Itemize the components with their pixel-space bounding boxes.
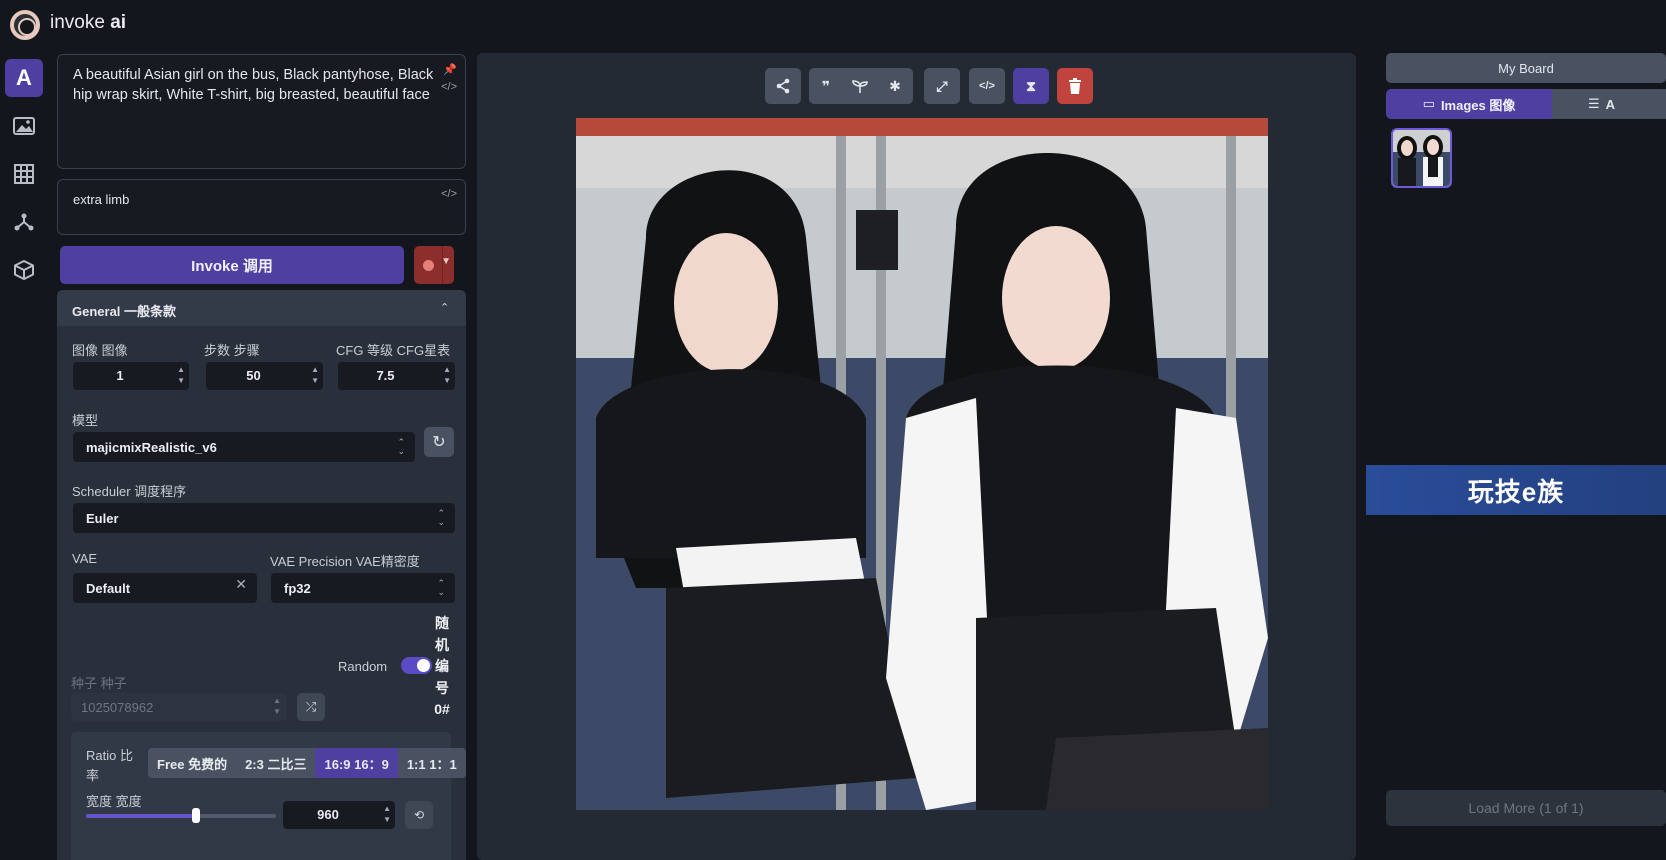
trash-icon [1069,78,1081,94]
images-label: 图像 图像 [72,343,128,358]
ratio-free-button[interactable]: Free 免费的 [148,748,236,778]
ratio-2-3-button[interactable]: 2:3 二比三 [236,748,315,778]
quote-icon: ❞ [821,77,831,94]
stepper-icon[interactable]: ▲ ▼ [177,364,185,386]
nodes-tab-icon[interactable] [5,203,43,241]
image-to-image-tab-icon[interactable] [5,107,43,145]
delete-image-button[interactable] [1057,68,1093,104]
cancel-button[interactable]: ▼ [414,246,454,284]
generated-image [576,118,1268,810]
random-seed-label-cjk: 随机编号0# [434,615,450,717]
ratio-label: Ratio 比率 [86,748,133,783]
embedding-code-icon[interactable]: </> [441,81,457,93]
positive-prompt-text[interactable]: A beautiful Asian girl on the bus, Black… [73,65,437,105]
reset-icon: ⟲ [413,808,425,822]
width-slider-thumb[interactable] [192,808,201,823]
clear-icon[interactable]: ✕ [235,577,247,591]
steps-label: 步数 步骤 [204,343,260,358]
stepper-icon[interactable]: ▲ ▼ [383,803,391,825]
code-icon: </> [979,80,995,92]
vae-select[interactable]: Default ✕ [73,573,257,603]
use-prompt-button[interactable]: ❞ [809,68,843,104]
width-label: 宽度 宽度 [86,794,142,809]
stepper-icon[interactable]: ▲ ▼ [443,364,451,386]
text-to-image-tab-icon[interactable]: A [5,59,43,97]
shuffle-icon: ⤮ [305,699,317,714]
width-slider-fill [86,814,197,818]
asterisk-icon: ✱ [889,77,901,94]
refresh-models-button[interactable]: ↻ [424,427,454,457]
width-number-input[interactable]: 960 ▲ ▼ [283,801,395,829]
model-select[interactable]: majicmixRealistic_v6 ⌃ ⌄ [73,432,415,462]
random-seed-label: Random [338,659,388,674]
refresh-icon: ↻ [432,434,446,451]
negative-prompt-input[interactable]: extra limb </> [57,179,466,235]
seed-label: 种子 种子 [71,676,127,691]
images-tab[interactable]: ▭ Images 图像 [1386,89,1552,119]
upscale-button[interactable]: ⤢ [924,68,960,104]
select-caret-icon: ⌃ ⌄ [397,437,405,456]
general-settings-title: General 一般条款 [72,304,177,319]
images-number-input[interactable]: 1 ▲ ▼ [73,362,189,390]
show-metadata-button[interactable]: </> [969,68,1005,104]
chevron-up-icon[interactable]: ⌃ [440,301,449,314]
cfg-scale-number-input[interactable]: 7.5 ▲ ▼ [338,362,455,390]
model-manager-tab-icon[interactable] [5,251,43,289]
gallery-thumbnail[interactable] [1391,128,1452,188]
use-all-parameters-button[interactable]: ✱ [877,68,913,104]
negative-prompt-text[interactable]: extra limb [73,190,437,210]
cfg-scale-label: CFG 等级 CFG星表 [336,343,451,358]
ratio-16-9-button[interactable]: 16:9 16：9 [315,748,398,778]
vae-precision-label: VAE Precision VAE精密度 [270,554,420,569]
app-header [0,0,1666,50]
app-title: invoke ai [50,12,127,33]
width-slider[interactable] [86,814,276,818]
stepper-icon[interactable]: ▲ ▼ [311,364,319,386]
width-reset-button[interactable]: ⟲ [405,801,433,829]
images-icon: ▭ [1422,96,1435,111]
random-seed-toggle[interactable] [401,657,432,674]
seedling-icon [852,80,868,93]
embedding-code-icon[interactable]: </> [441,188,457,200]
aspect-ratio-button-group: Free 免费的 2:3 二比三 16:9 16：9 1:1 1：1 [148,748,466,778]
select-caret-icon: ⌃ ⌄ [437,578,445,597]
scheduler-select[interactable]: Euler ⌃ ⌄ [73,503,455,533]
select-caret-icon: ⌃ ⌄ [437,508,445,527]
seed-number-input: 1025078962 ▲ ▼ [71,693,287,721]
positive-prompt-input[interactable]: A beautiful Asian girl on the bus, Black… [57,54,466,169]
invoke-logo-icon [10,10,40,40]
share-button[interactable] [765,68,801,104]
assets-icon: ☰ [1588,96,1600,111]
share-icon [776,78,790,94]
shuffle-seed-button[interactable]: ⤮ [297,693,325,721]
vae-label: VAE [72,551,98,566]
pin-icon[interactable]: 📌 [443,63,457,76]
ratio-1-1-button[interactable]: 1:1 1：1 [398,748,466,778]
load-more-button: Load More (1 of 1) [1386,790,1666,826]
scheduler-label: Scheduler 调度程序 [72,484,187,499]
cancel-icon [423,260,434,271]
show-progress-button[interactable]: ⧗ [1013,68,1049,104]
vae-precision-select[interactable]: fp32 ⌃ ⌄ [271,573,455,603]
assets-tab[interactable]: ☰ A [1552,89,1666,119]
invoke-button[interactable]: Invoke 调用 [60,246,404,284]
unified-canvas-tab-icon[interactable] [5,155,43,193]
cancel-menu-chevron-icon[interactable]: ▼ [441,256,451,267]
use-seed-button[interactable] [843,68,877,104]
expand-icon: ⤢ [936,77,948,94]
watermark-logo: 玩技e族 [1366,465,1666,515]
steps-number-input[interactable]: 50 ▲ ▼ [206,362,323,390]
model-label: 模型 [72,413,99,428]
board-selector-button[interactable]: My Board [1386,53,1666,83]
stepper-icon: ▲ ▼ [273,696,281,716]
hourglass-icon: ⧗ [1026,77,1036,94]
